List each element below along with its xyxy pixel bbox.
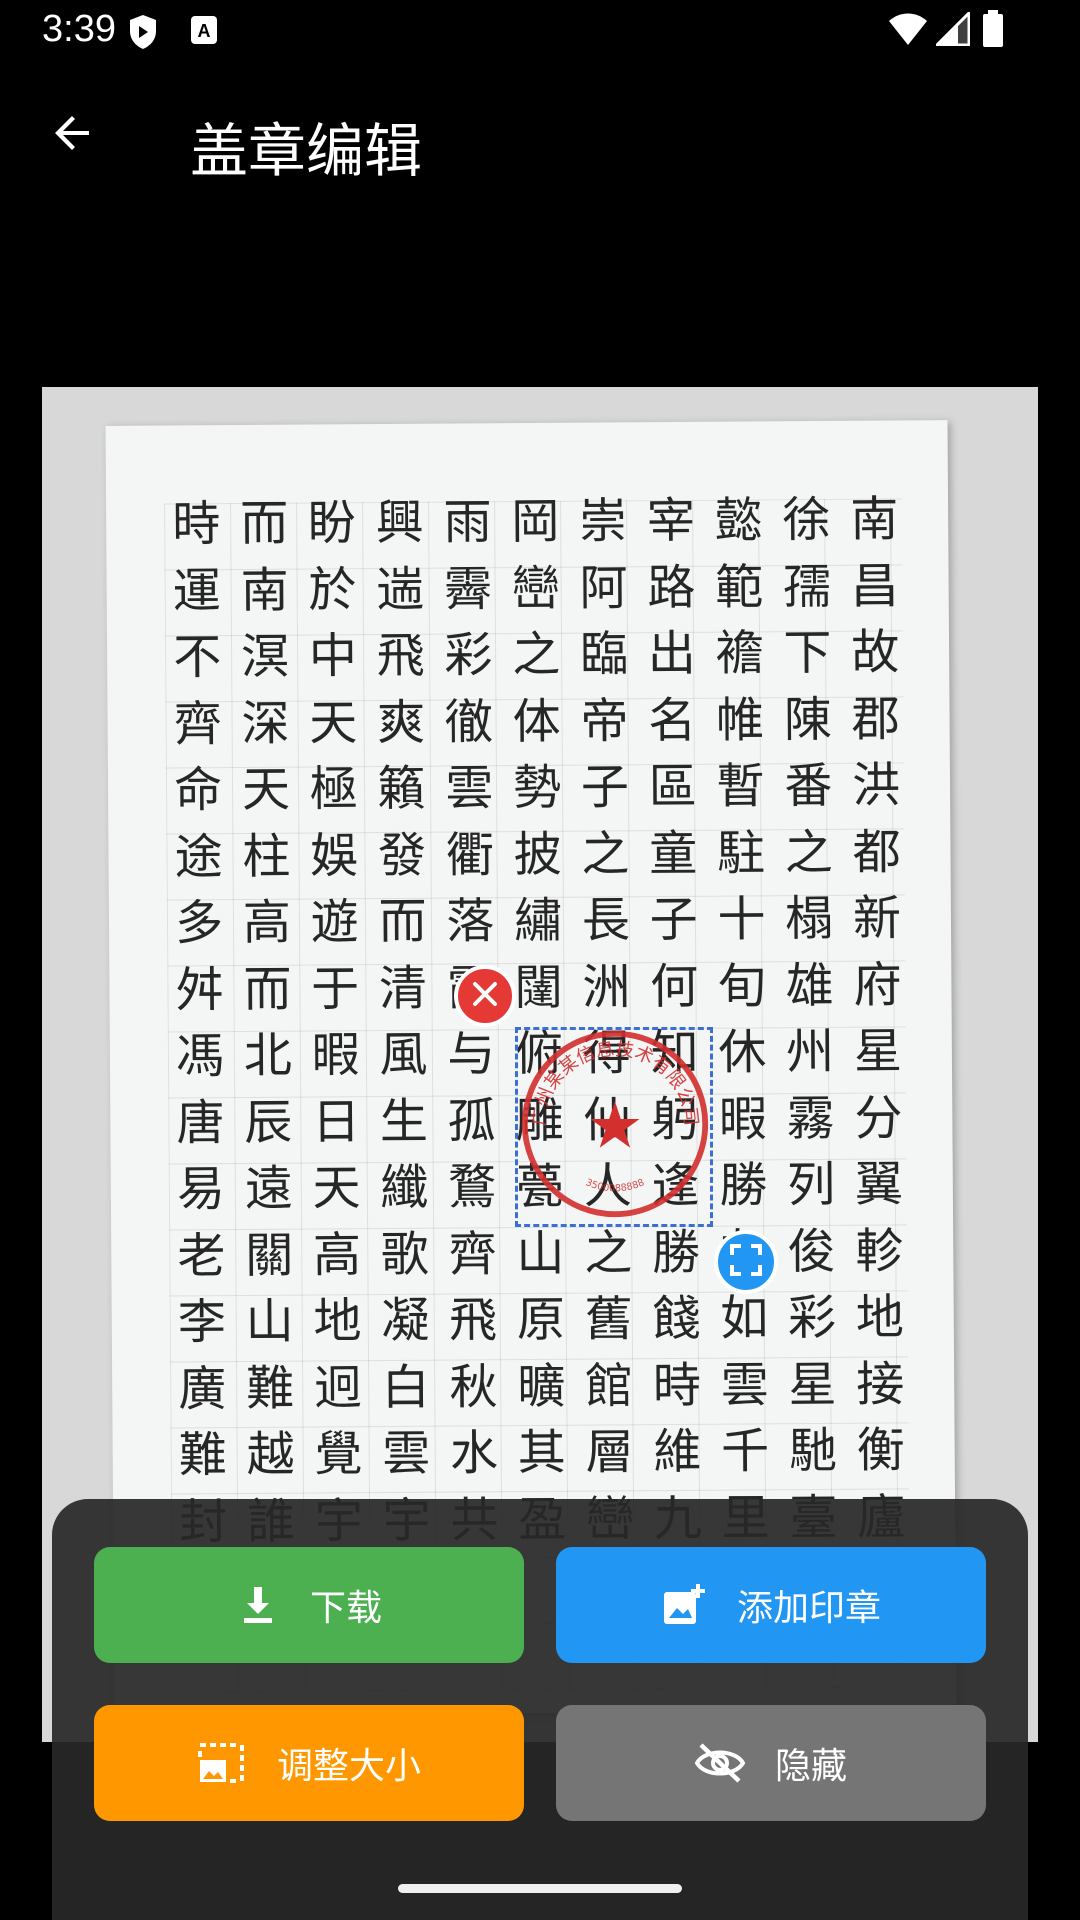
shield-icon — [128, 14, 158, 54]
status-bar: 3:39 A — [0, 0, 1080, 64]
close-icon — [470, 979, 500, 1013]
visibility-off-icon — [694, 1743, 745, 1783]
add-stamp-label: 添加印章 — [736, 1588, 881, 1629]
resize-stamp-handle[interactable] — [714, 1230, 778, 1294]
home-indicator[interactable] — [398, 1884, 682, 1893]
add-stamp-button[interactable]: 添加印章 — [556, 1547, 986, 1663]
stamp-selection-box[interactable] — [515, 1027, 713, 1227]
resize-label: 调整大小 — [276, 1746, 421, 1787]
status-time: 3:39 — [42, 8, 116, 50]
wifi-icon — [888, 12, 928, 50]
arrow-back-icon — [49, 109, 97, 161]
svg-text:A: A — [198, 21, 211, 41]
download-label: 下载 — [309, 1588, 382, 1629]
page-title: 盖章编辑 — [190, 117, 423, 185]
remove-stamp-button[interactable] — [454, 965, 516, 1027]
add-photo-icon — [663, 1584, 705, 1624]
resize-button[interactable]: 调整大小 — [94, 1705, 524, 1821]
fullscreen-icon — [729, 1243, 763, 1281]
download-button[interactable]: 下载 — [94, 1547, 524, 1663]
battery-icon — [982, 10, 1004, 52]
font-download-icon: A — [190, 14, 218, 50]
cell-signal-icon — [933, 9, 971, 50]
photo-size-select-icon — [197, 1743, 244, 1783]
hide-label: 隐藏 — [774, 1746, 847, 1787]
download-icon — [243, 1587, 272, 1623]
hide-button[interactable]: 隐藏 — [556, 1705, 986, 1821]
back-button[interactable] — [38, 100, 108, 170]
